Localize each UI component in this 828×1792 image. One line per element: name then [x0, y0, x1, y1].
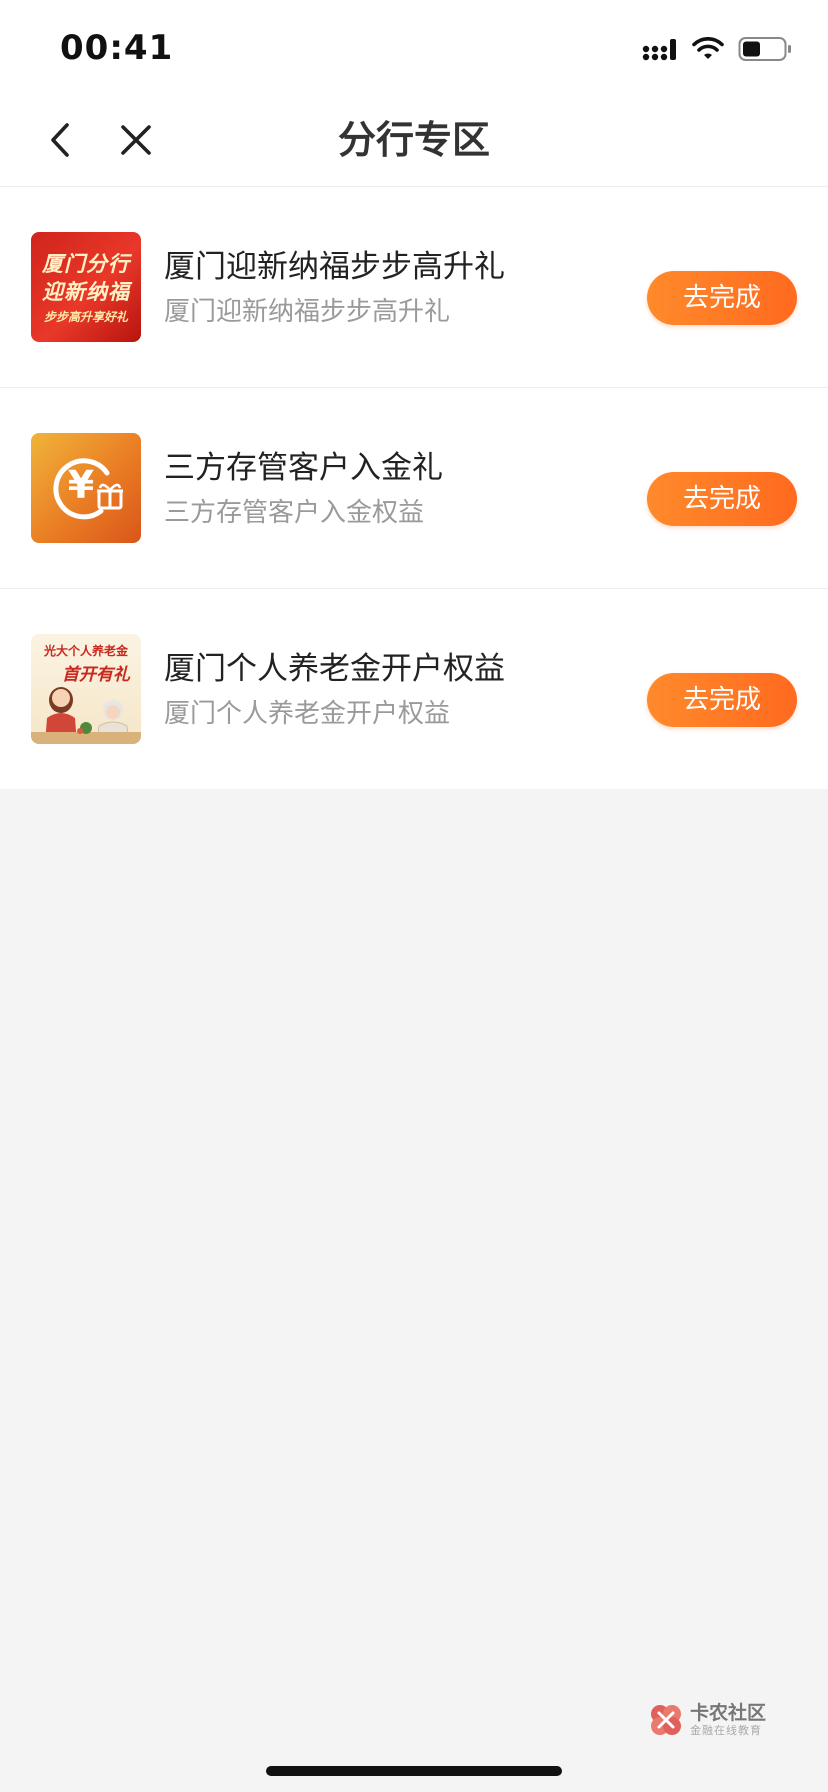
item-title: 厦门迎新纳福步步高升礼 [164, 249, 505, 285]
go-complete-button[interactable]: 去完成 [647, 673, 797, 727]
item-subtitle: 厦门个人养老金开户权益 [164, 699, 451, 729]
yuan-symbol: ¥ [67, 463, 95, 507]
back-button[interactable] [36, 116, 84, 164]
watermark-text: 卡农社区 金融在线教育 [690, 1702, 766, 1738]
watermark: 卡农社区 金融在线教育 [648, 1702, 766, 1738]
watermark-subtitle: 金融在线教育 [690, 1724, 762, 1737]
item-subtitle: 厦门迎新纳福步步高升礼 [164, 297, 451, 327]
family-illustration [31, 687, 141, 744]
thumb-line-1: 厦门分行 [42, 252, 130, 276]
watermark-title: 卡农社区 [690, 1702, 767, 1724]
status-time: 00:41 [60, 28, 174, 68]
go-complete-button[interactable]: 去完成 [647, 472, 797, 526]
task-list: 厦门分行 迎新纳福 步步高升享好礼 厦门迎新纳福步步高升礼 厦门迎新纳福步步高升… [0, 187, 828, 789]
wifi-icon [692, 37, 724, 59]
list-item: 厦门分行 迎新纳福 步步高升享好礼 厦门迎新纳福步步高升礼 厦门迎新纳福步步高升… [0, 187, 828, 388]
thumb-line-2: 迎新纳福 [42, 280, 130, 304]
list-item: 光大个人养老金 首开有礼 厦门个人养老金开户权益 厦门个人养老金开户权益 去完成 [0, 589, 828, 789]
go-complete-button[interactable]: 去完成 [647, 271, 797, 325]
home-indicator[interactable] [266, 1766, 562, 1776]
cellular-signal-icon [642, 39, 676, 61]
pension-account-thumbnail: 光大个人养老金 首开有礼 [31, 634, 141, 744]
deposit-gift-thumbnail: ¥ [31, 433, 141, 543]
chevron-left-icon [51, 123, 69, 157]
item-subtitle: 三方存管客户入金权益 [164, 498, 425, 528]
xiamen-new-year-thumbnail: 厦门分行 迎新纳福 步步高升享好礼 [31, 232, 141, 342]
battery-icon [738, 37, 791, 61]
kanong-logo-icon [651, 1705, 681, 1735]
status-bar: 00:41 [0, 0, 828, 96]
item-title: 三方存管客户入金礼 [164, 450, 443, 486]
close-button[interactable] [112, 116, 160, 164]
status-icons [642, 36, 792, 62]
nav-bar: 分行专区 [0, 96, 828, 187]
close-icon [121, 125, 151, 155]
list-item: ¥ 三方存管客户入金礼 三方存管客户入金权益 去完成 [0, 388, 828, 589]
thumb-line-3: 步步高升享好礼 [43, 310, 128, 324]
item-title: 厦门个人养老金开户权益 [164, 651, 505, 687]
